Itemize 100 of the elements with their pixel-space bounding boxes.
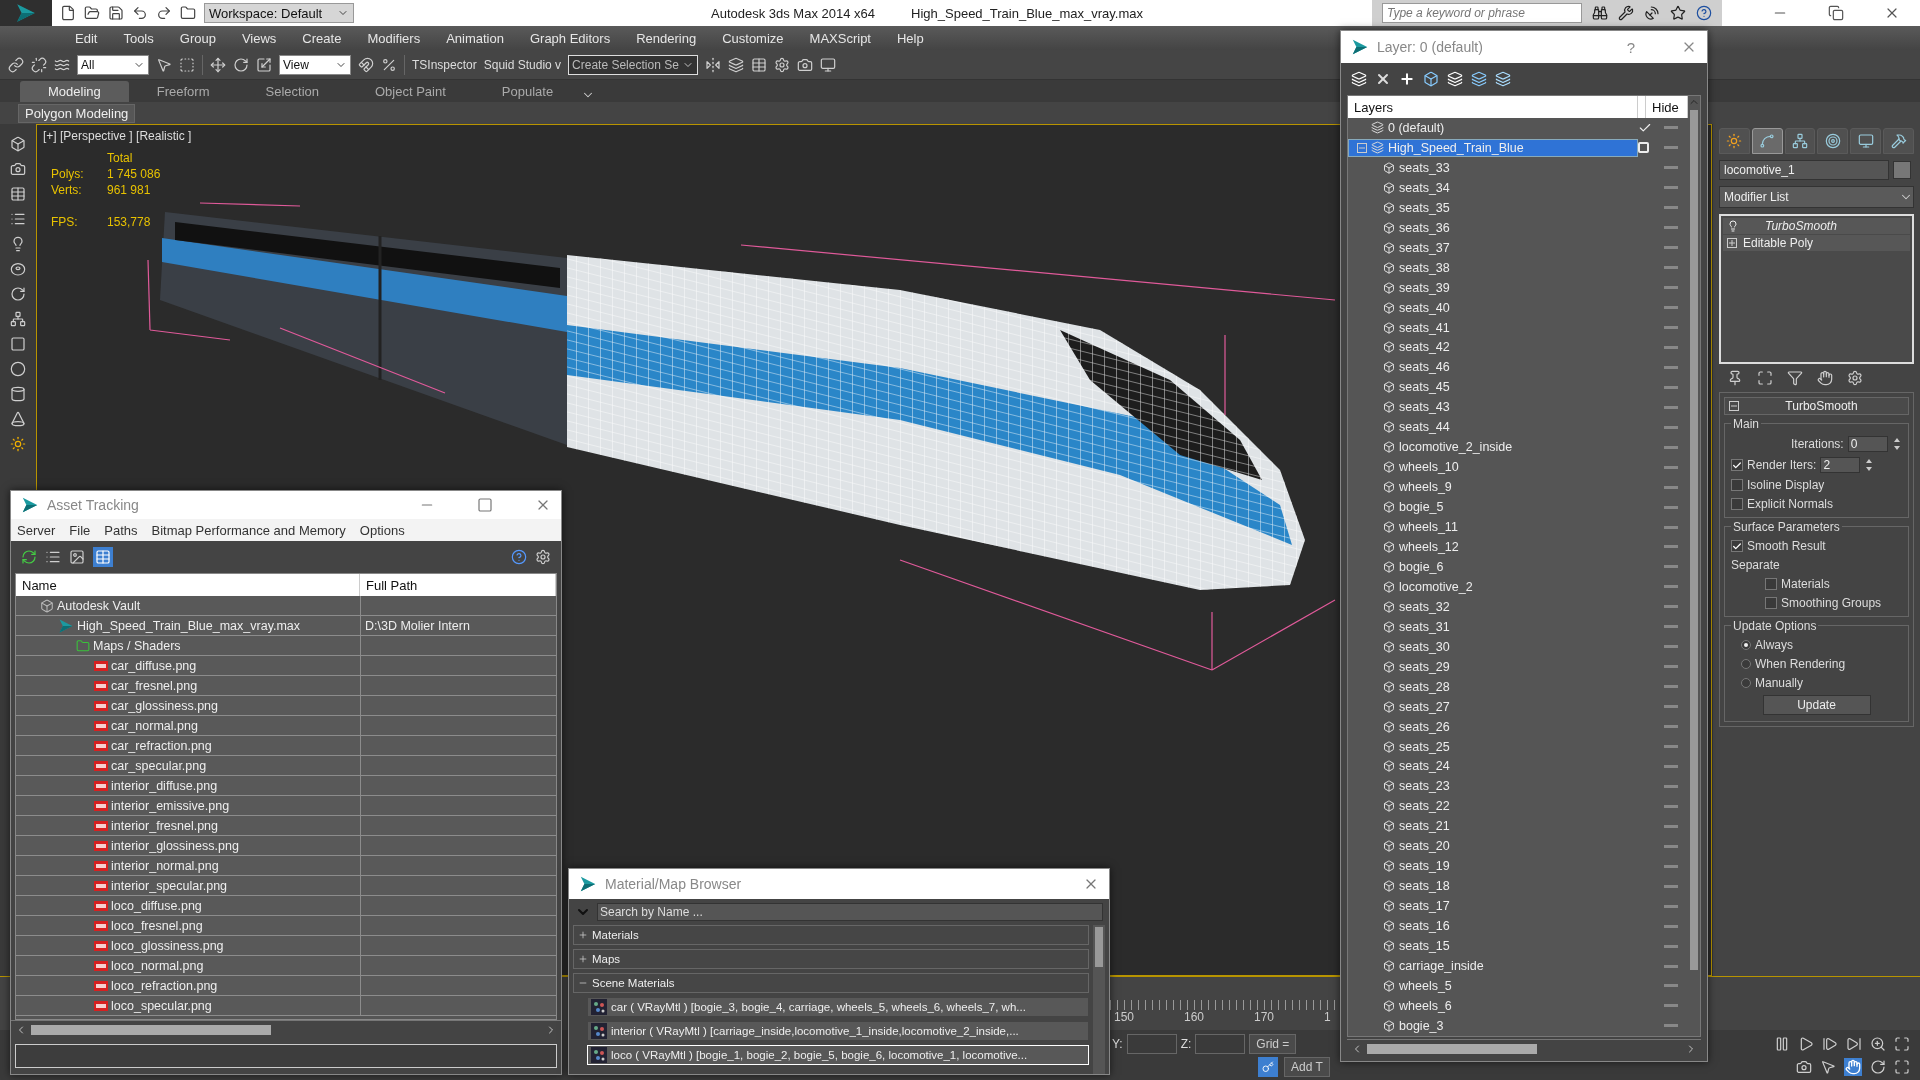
layer-object-item[interactable]: seats_40 <box>1348 298 1638 317</box>
hide-toggle-icon[interactable] <box>1664 345 1678 349</box>
file-name[interactable]: loco_glossiness.png <box>111 938 224 953</box>
table-icon[interactable] <box>10 186 26 202</box>
delete-icon[interactable] <box>1375 71 1391 87</box>
layer-object-item[interactable]: wheels_9 <box>1348 478 1638 497</box>
spinner-arrows-icon[interactable] <box>1891 436 1902 452</box>
group-header[interactable]: Scene Materials <box>573 973 1089 993</box>
hide-toggle-icon[interactable] <box>1664 166 1678 170</box>
hide-toggle-icon[interactable] <box>1664 365 1678 369</box>
gear-icon[interactable] <box>774 56 791 73</box>
ribbon-panel-label[interactable]: Polygon Modeling <box>18 103 136 123</box>
file-name[interactable]: interior_fresnel.png <box>111 818 218 833</box>
layer-object-item[interactable]: seats_45 <box>1348 378 1638 397</box>
search-field[interactable]: Type a keyword or phrase <box>1382 3 1582 23</box>
unlink-icon[interactable] <box>31 56 47 73</box>
select-icon[interactable] <box>156 56 172 73</box>
file-name[interactable]: car_refraction.png <box>111 738 212 753</box>
file-name[interactable]: loco_normal.png <box>111 958 204 973</box>
play-icon[interactable] <box>1798 1035 1814 1052</box>
help-button[interactable]: ? <box>1626 38 1635 56</box>
layer-object-item[interactable]: bogie_3 <box>1348 1016 1638 1035</box>
material-item[interactable]: loco ( VRayMtl ) [bogie_1, bogie_2, bogie_5, bogie_6, locomotive_1, locomotive... <box>587 1045 1089 1065</box>
command-panel-tab[interactable] <box>1817 128 1849 154</box>
object-color-swatch[interactable] <box>1893 161 1911 179</box>
render-iters-field[interactable]: 2 <box>1820 457 1861 473</box>
file-name[interactable]: Maps / Shaders <box>93 638 181 653</box>
circle-icon[interactable] <box>10 361 26 377</box>
gear-icon[interactable] <box>1847 370 1863 386</box>
camera-icon[interactable] <box>1796 1058 1812 1075</box>
layer-object-item[interactable]: seats_22 <box>1348 797 1638 816</box>
new-file-icon[interactable] <box>60 5 76 21</box>
menu-item[interactable]: Help <box>884 30 937 46</box>
menu-item[interactable]: Options <box>359 522 405 538</box>
pin-icon[interactable] <box>1727 370 1743 386</box>
lightbulb-icon[interactable] <box>10 236 26 252</box>
link-icon[interactable] <box>8 56 24 73</box>
torus-icon[interactable] <box>10 261 26 277</box>
menu-item[interactable]: File <box>69 522 91 538</box>
layer-object-item[interactable]: seats_37 <box>1348 238 1638 257</box>
menu-item[interactable]: Paths <box>104 522 138 538</box>
magnet-icon[interactable] <box>358 56 374 73</box>
layer-object-item[interactable]: seats_33 <box>1348 158 1638 177</box>
radio-button[interactable] <box>1741 659 1751 669</box>
table-icon[interactable] <box>751 56 768 73</box>
command-panel-tab[interactable] <box>1719 128 1750 154</box>
file-name[interactable]: interior_normal.png <box>111 858 219 873</box>
hide-toggle-icon[interactable] <box>1664 146 1678 150</box>
layer-object-item[interactable]: seats_35 <box>1348 198 1638 217</box>
sun-icon[interactable] <box>10 436 26 452</box>
add-icon[interactable] <box>1399 71 1415 87</box>
file-name[interactable]: High_Speed_Train_Blue_max_vray.max <box>77 618 301 633</box>
gear-icon[interactable] <box>535 549 551 565</box>
hide-toggle-icon[interactable] <box>1664 1004 1678 1008</box>
reference-dropdown[interactable]: View <box>279 54 351 75</box>
layer-object-item[interactable]: seats_29 <box>1348 657 1638 676</box>
hide-toggle-icon[interactable] <box>1664 904 1678 908</box>
scale-icon[interactable] <box>256 56 272 73</box>
cube-icon[interactable] <box>10 136 26 152</box>
hide-toggle-icon[interactable] <box>1664 206 1678 210</box>
toolbar-label[interactable]: TSInspector <box>412 57 477 72</box>
horizontal-scrollbar[interactable] <box>11 1020 561 1038</box>
layer-object-item[interactable]: seats_32 <box>1348 597 1638 616</box>
hide-toggle-icon[interactable] <box>1664 545 1678 549</box>
hide-toggle-icon[interactable] <box>1664 745 1678 748</box>
help-icon[interactable] <box>511 549 527 565</box>
radio-button[interactable] <box>1741 678 1751 688</box>
selection-region-icon[interactable] <box>179 56 195 73</box>
hide-toggle-icon[interactable] <box>1664 405 1678 409</box>
funnel-icon[interactable] <box>1787 370 1803 386</box>
hide-toggle-icon[interactable] <box>1664 625 1678 629</box>
layer-object-item[interactable]: seats_24 <box>1348 757 1638 776</box>
menu-item[interactable]: Customize <box>709 30 797 46</box>
app-logo-icon[interactable] <box>1351 38 1369 56</box>
radio-button[interactable] <box>1741 640 1751 650</box>
highlight-layer-icon[interactable] <box>1471 71 1487 87</box>
file-name[interactable]: car_normal.png <box>111 718 198 733</box>
layer-object-item[interactable]: seats_21 <box>1348 817 1638 836</box>
percent-icon[interactable] <box>381 56 397 73</box>
hide-toggle-icon[interactable] <box>1664 246 1678 250</box>
hide-toggle-icon[interactable] <box>1664 844 1678 848</box>
list-icon[interactable] <box>10 211 26 227</box>
hide-toggle-icon[interactable] <box>1664 126 1678 130</box>
vertical-scrollbar[interactable] <box>1093 925 1105 1074</box>
layer-object-item[interactable]: seats_23 <box>1348 777 1638 796</box>
layer-object-item[interactable]: seats_42 <box>1348 338 1638 357</box>
layer-object-item[interactable]: seats_19 <box>1348 857 1638 876</box>
checkbox[interactable] <box>1731 498 1743 510</box>
hide-toggle-icon[interactable] <box>1664 964 1678 968</box>
material-item[interactable]: interior ( VRayMtl ) [carriage_inside,locomotive_1_inside,locomotive_2_inside,... <box>587 1021 1089 1041</box>
hide-toggle-icon[interactable] <box>1664 565 1678 569</box>
hide-toggle-icon[interactable] <box>1664 605 1678 609</box>
file-name[interactable]: interior_specular.png <box>111 878 228 893</box>
layer-object-item[interactable]: seats_41 <box>1348 318 1638 337</box>
file-name[interactable]: loco_refraction.png <box>111 978 218 993</box>
layer-item[interactable]: High_Speed_Train_Blue <box>1348 138 1638 157</box>
layer-object-item[interactable]: seats_31 <box>1348 617 1638 636</box>
menu-item[interactable]: Group <box>166 30 229 46</box>
layer-object-item[interactable]: seats_16 <box>1348 917 1638 936</box>
hide-toggle-icon[interactable] <box>1664 725 1678 729</box>
